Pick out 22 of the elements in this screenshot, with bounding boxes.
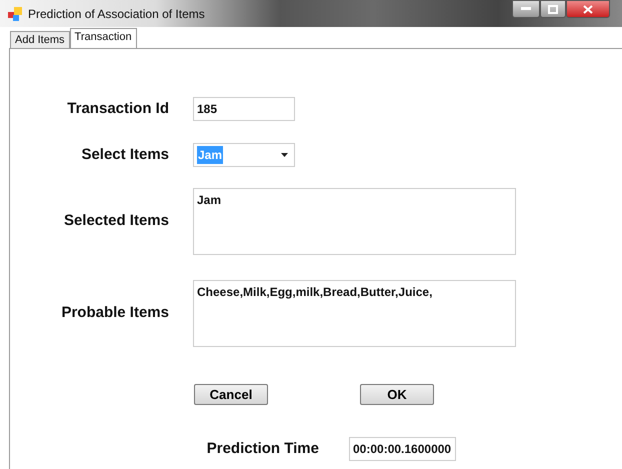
input-field[interactable]: 185 [193, 97, 295, 121]
window-title: Prediction of Association of Items [28, 6, 205, 22]
field-label: Prediction Time [206, 438, 319, 459]
minimize-icon [521, 7, 531, 11]
maximize-icon [548, 4, 558, 14]
text-area[interactable]: Jam [193, 188, 516, 255]
tab[interactable]: Transaction [70, 28, 137, 48]
time-field[interactable]: 00:00:00.1600000 [349, 437, 456, 461]
text-area[interactable]: Cheese,Milk,Egg,milk,Bread,Butter,Juice, [193, 280, 516, 347]
app-icon [8, 6, 22, 20]
field-label: Selected Items [62, 211, 169, 232]
maximize-button[interactable] [540, 0, 566, 18]
field-label: Probable Items [60, 303, 169, 324]
close-button[interactable] [566, 0, 610, 18]
field-label: Transaction Id [66, 98, 169, 119]
minimize-button[interactable] [512, 0, 540, 18]
caret-icon [281, 153, 288, 157]
tab[interactable]: Add Items [10, 31, 70, 48]
button[interactable]: OK [360, 384, 434, 405]
field-label: Select Items [80, 144, 169, 165]
close-icon [583, 4, 593, 14]
button[interactable]: Cancel [194, 384, 268, 405]
